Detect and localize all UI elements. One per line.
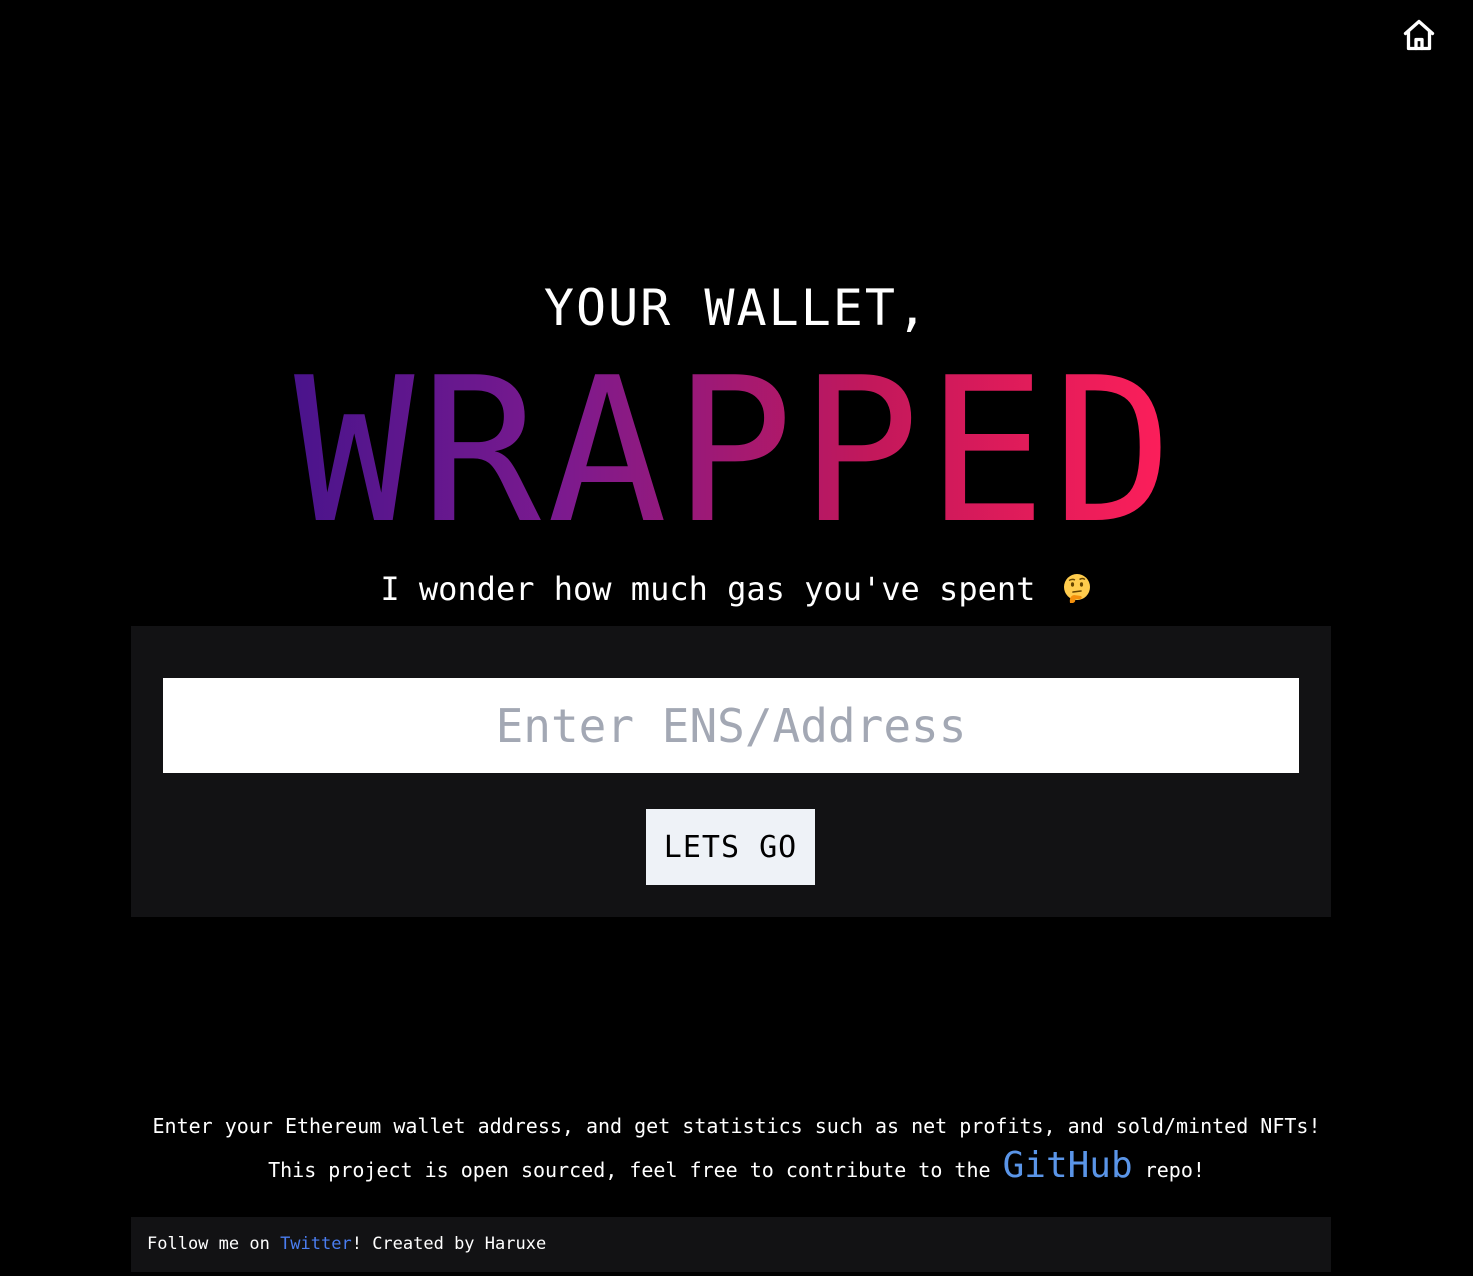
search-panel: LETS GO [131,626,1331,917]
hero-title: WRAPPED [0,352,1473,552]
tagline: I wonder how much gas you've spent [0,566,1473,612]
info-line-2-before: This project is open sourced, feel free … [268,1158,1003,1182]
footer: Follow me on Twitter! Created by Haruxe [131,1217,1331,1272]
lets-go-button[interactable]: LETS GO [646,809,815,885]
page: YOUR WALLET, WRAPPED I wonder how much g… [0,0,1473,1276]
tagline-text: I wonder how much gas you've spent [380,570,1036,608]
footer-text-after: ! Created by Haruxe [351,1234,547,1254]
footer-text-before: Follow me on [147,1234,281,1254]
hero-subtitle: YOUR WALLET, [543,279,930,337]
address-input[interactable] [163,678,1299,773]
github-link[interactable]: GitHub [1003,1145,1133,1186]
info-line-2-after: repo! [1132,1158,1205,1182]
home-button[interactable] [1398,14,1440,56]
home-icon [1403,19,1435,51]
info-line-2: This project is open sourced, feel free … [0,1146,1473,1190]
info-line-1: Enter your Ethereum wallet address, and … [152,1114,1321,1138]
thinking-face-icon [1063,574,1090,603]
twitter-link[interactable]: Twitter [280,1234,352,1254]
hero-title-text: WRAPPED [294,335,1179,568]
info-text: Enter your Ethereum wallet address, and … [0,1106,1473,1190]
